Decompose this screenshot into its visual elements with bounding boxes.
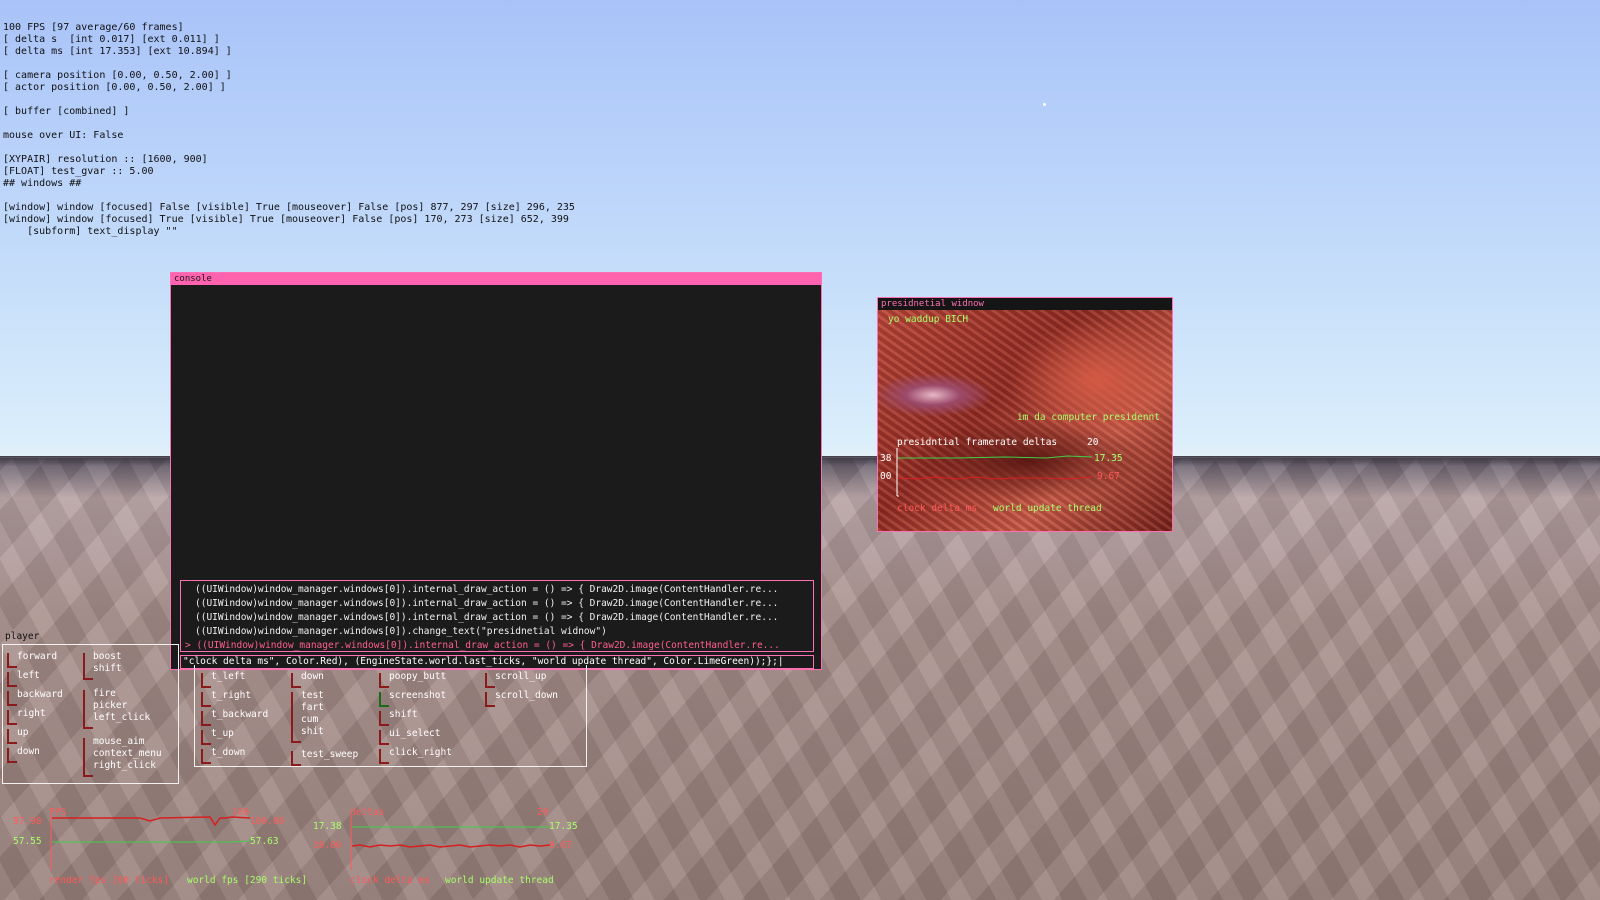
deltas-legend-world: world update thread xyxy=(445,875,554,886)
fps-graph xyxy=(50,815,250,870)
deltas-series-clock xyxy=(351,844,550,848)
key-left: left xyxy=(7,670,40,687)
deltas-left-top: 17.38 xyxy=(313,821,342,832)
key-t-down: t_down xyxy=(201,747,245,764)
president-window[interactable]: presidnetial widnow yo waddup BICH im da… xyxy=(877,297,1173,532)
graph-left-top: 38 xyxy=(880,453,892,464)
debug-overlay: 100 FPS [97 average/60 frames] [ delta s… xyxy=(3,22,575,237)
history-line-active: > ((UIWindow)window_manager.windows[0]).… xyxy=(185,640,780,651)
graph-series-red xyxy=(897,476,1093,480)
fps-legend-world: world fps [290 ticks] xyxy=(187,875,308,886)
fps-left-bottom: 57.55 xyxy=(13,836,42,847)
key-t-right: t_right xyxy=(201,690,251,707)
history-line: ((UIWindow)window_manager.windows[0]).ch… xyxy=(195,626,607,637)
key-screenshot: screenshot xyxy=(379,690,446,707)
player-keybind-panel: forward left backward right up down boos… xyxy=(2,644,179,784)
key-backward: backward xyxy=(7,689,63,706)
debug-keybind-panel: t_left t_right t_backward t_up t_down do… xyxy=(194,665,587,767)
greeting-text: yo waddup BICH xyxy=(888,314,969,325)
key-mouse-aim: mouse_aim context_menu right_click xyxy=(83,736,162,777)
history-line: ((UIWindow)window_manager.windows[0]).in… xyxy=(195,612,779,623)
key-t-left: t_left xyxy=(201,671,245,688)
key-boost: boost shift xyxy=(83,651,122,680)
key-right: right xyxy=(7,708,46,725)
key-shift: shift xyxy=(379,709,418,726)
key-poopy-butt: poopy_butt xyxy=(379,671,446,688)
key-test-sweep: test_sweep xyxy=(291,749,358,766)
fps-series-render xyxy=(52,816,250,827)
deltas-left-bottom: 10.00 xyxy=(313,840,342,851)
key-scroll-up: scroll_up xyxy=(485,671,546,688)
president-graph xyxy=(896,448,1093,497)
key-down: down xyxy=(7,746,40,763)
console-window[interactable]: console ((UIWindow)window_manager.window… xyxy=(170,272,822,670)
graph-value-top: 17.35 xyxy=(1094,453,1123,464)
deltas-graph xyxy=(350,815,550,870)
player-panel-title: player xyxy=(5,631,40,642)
key-up: up xyxy=(7,727,28,744)
sun xyxy=(1043,103,1046,106)
fps-legend-render: render fps [60 ticks] xyxy=(49,875,170,886)
history-line: ((UIWindow)window_manager.windows[0]).in… xyxy=(195,584,779,595)
key-click-right: click_right xyxy=(379,747,452,764)
key-t-up: t_up xyxy=(201,728,234,745)
graph-value-bottom: 9.67 xyxy=(1097,471,1120,482)
fps-left-top: 97.98 xyxy=(13,816,42,827)
legend-clock: clock delta ms xyxy=(897,503,978,514)
fps-value-bottom: 57.63 xyxy=(250,836,279,847)
key-forward: forward xyxy=(7,651,57,668)
key-ui-select: ui_select xyxy=(379,728,440,745)
deltas-value-top: 17.35 xyxy=(549,821,578,832)
deltas-value-bottom: 9.67 xyxy=(549,840,572,851)
key-test: test fart cum shit xyxy=(291,690,324,743)
legend-world: world update thread xyxy=(993,503,1102,514)
key-fire: fire picker left_click xyxy=(83,688,150,729)
graph-left-bottom: 00 xyxy=(880,471,892,482)
history-line: ((UIWindow)window_manager.windows[0]).in… xyxy=(195,598,779,609)
fps-value-top: 100.00 xyxy=(250,816,285,827)
console-title[interactable]: console xyxy=(171,273,821,285)
caption-text: im da computer presidennt xyxy=(1017,412,1160,423)
key-down-2: down xyxy=(291,671,324,688)
graph-series-green xyxy=(898,455,1093,459)
key-scroll-down: scroll_down xyxy=(485,690,558,707)
key-t-backward: t_backward xyxy=(201,709,268,726)
fps-series-world xyxy=(52,840,250,843)
console-history: ((UIWindow)window_manager.windows[0]).in… xyxy=(180,580,814,652)
deltas-legend-clock: clock delta ms xyxy=(350,875,431,886)
